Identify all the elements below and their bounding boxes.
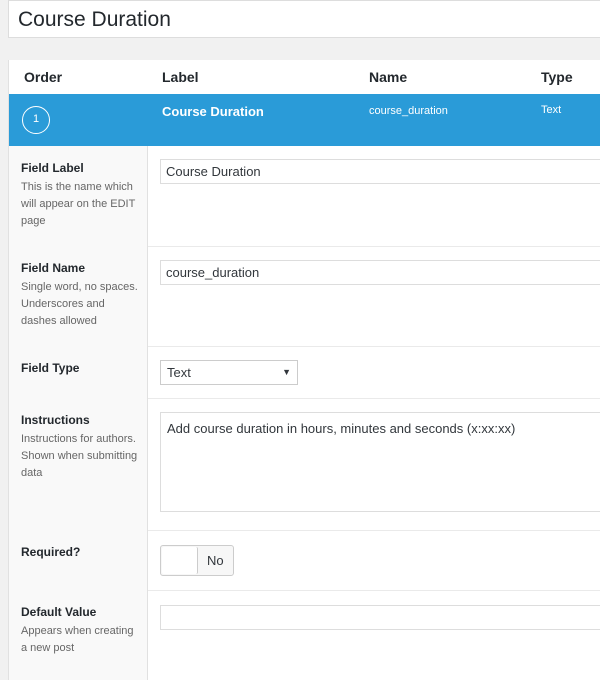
column-name: Name bbox=[369, 69, 408, 85]
default-value-title: Default Value bbox=[21, 605, 97, 619]
field-label-description: This is the name which will appear on th… bbox=[21, 181, 136, 227]
instructions-description: Instructions for authors. Shown when sub… bbox=[21, 433, 138, 479]
field-label-title: Field Label bbox=[21, 161, 84, 175]
setting-default-value: Default Value Appears when creating a ne… bbox=[9, 590, 600, 680]
fields-panel: Order Label Name Type 1 Course Duration … bbox=[8, 60, 600, 680]
field-row-name: course_duration bbox=[369, 105, 448, 117]
column-order: Order bbox=[24, 69, 63, 85]
field-settings: Field Label This is the name which will … bbox=[9, 146, 600, 680]
field-name-title: Field Name bbox=[21, 261, 86, 275]
chevron-down-icon: ▼ bbox=[282, 367, 291, 377]
required-toggle-label: No bbox=[207, 553, 224, 568]
field-group-title-input[interactable]: Course Duration bbox=[8, 0, 600, 38]
setting-field-type: Field Type Text ▼ bbox=[9, 346, 600, 399]
field-row-course-duration[interactable]: 1 Course Duration course_duration Text bbox=[9, 94, 600, 146]
required-toggle[interactable]: No bbox=[160, 545, 234, 576]
field-row-type: Text bbox=[541, 104, 562, 116]
field-row-label[interactable]: Course Duration bbox=[162, 104, 264, 119]
field-type-selected: Text bbox=[167, 365, 191, 380]
field-name-description: Single word, no spaces. Underscores and … bbox=[21, 281, 138, 327]
fields-table-header: Order Label Name Type bbox=[9, 60, 600, 94]
field-order-badge[interactable]: 1 bbox=[22, 106, 50, 134]
toggle-knob bbox=[162, 547, 198, 574]
column-label: Label bbox=[162, 69, 199, 85]
field-name-input[interactable]: course_duration bbox=[160, 260, 600, 285]
setting-field-label: Field Label This is the name which will … bbox=[9, 146, 600, 247]
setting-field-name: Field Name Single word, no spaces. Under… bbox=[9, 246, 600, 347]
setting-instructions: Instructions Instructions for authors. S… bbox=[9, 398, 600, 531]
instructions-title: Instructions bbox=[21, 413, 90, 427]
field-type-select[interactable]: Text ▼ bbox=[160, 360, 298, 385]
default-value-input[interactable] bbox=[160, 605, 600, 630]
required-title: Required? bbox=[21, 545, 81, 559]
column-type: Type bbox=[541, 69, 573, 85]
field-type-title: Field Type bbox=[21, 361, 80, 375]
setting-required: Required? No bbox=[9, 530, 600, 591]
instructions-textarea[interactable]: Add course duration in hours, minutes an… bbox=[160, 412, 600, 512]
field-label-input[interactable]: Course Duration bbox=[160, 159, 600, 184]
default-value-description: Appears when creating a new post bbox=[21, 625, 134, 654]
